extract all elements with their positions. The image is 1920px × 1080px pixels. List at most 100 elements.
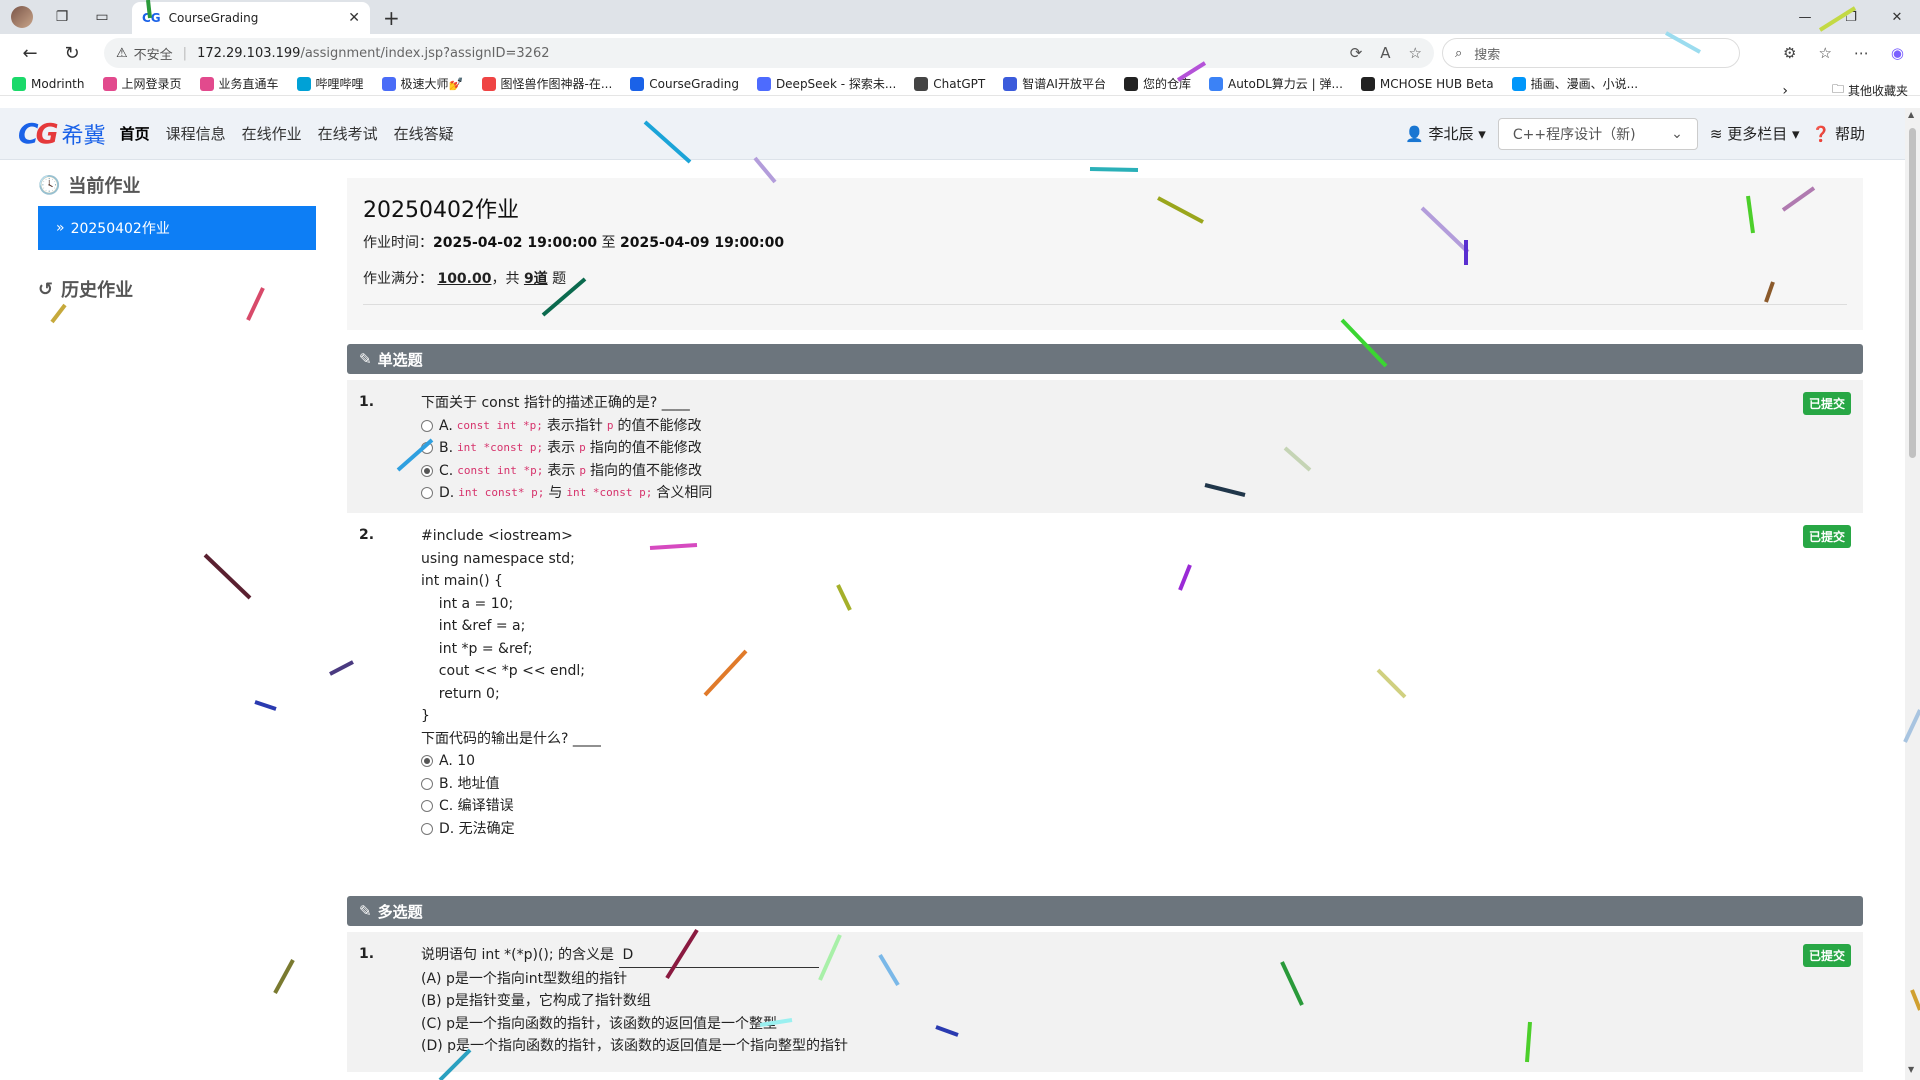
bookmark-item[interactable]: 业务直通车 (199, 75, 279, 92)
option-row[interactable]: D. 无法确定 (421, 818, 1851, 841)
copilot-icon[interactable]: ◉ (1891, 44, 1904, 62)
option-row[interactable]: A. 10 (421, 750, 1851, 773)
search-placeholder: 搜索 (1474, 47, 1501, 63)
bookmark-favicon-icon (381, 76, 396, 91)
scroll-down-icon[interactable]: ▼ (1908, 1065, 1914, 1074)
answer-input[interactable]: D (618, 944, 819, 968)
minimize-icon[interactable]: — (1782, 0, 1828, 34)
scroll-thumb[interactable] (1909, 128, 1916, 458)
code-line: using namespace std; (421, 550, 575, 567)
bookmark-item[interactable]: DeepSeek - 探索未... (756, 75, 896, 92)
close-window-icon[interactable]: ✕ (1874, 0, 1920, 34)
radio-button[interactable] (421, 419, 433, 432)
bookmark-label: 极速大师💅 (400, 77, 464, 91)
bookmark-item[interactable]: 哔哩哔哩 (296, 75, 364, 92)
option-text: 的值不能修改 (617, 417, 702, 434)
history-homework-heading-label: 历史作业 (61, 280, 134, 301)
radio-button[interactable] (421, 800, 433, 813)
history-icon: ↺ (38, 278, 54, 300)
url-field[interactable]: ⚠ 不安全 | 172.29.103.199 /assignment/index… (104, 38, 1434, 68)
stem-text: 说明语句 int *(*p)(); 的含义是 (421, 947, 615, 963)
more-menu-icon[interactable]: ⋯ (1854, 44, 1869, 62)
course-select[interactable]: C++程序设计（新) ⌄ (1497, 117, 1698, 150)
question-stem: 下面代码的输出是什么? ____ (421, 728, 1851, 751)
radio-button[interactable] (421, 755, 433, 768)
extensions-icon[interactable]: ⚙ (1783, 44, 1796, 62)
logo-name: 希冀 (61, 123, 106, 149)
radio-button[interactable] (421, 442, 433, 455)
url-separator: | (182, 45, 188, 61)
user-menu[interactable]: 👤 李北辰 ▾ (1405, 123, 1486, 144)
profile-avatar[interactable] (11, 6, 33, 28)
option-row[interactable]: C. 编译错误 (421, 795, 1851, 818)
new-tab-icon[interactable]: + (383, 6, 400, 30)
bookmark-item[interactable]: 插画、漫画、小说... (1511, 75, 1638, 92)
back-icon[interactable]: ← (14, 43, 46, 64)
option-row[interactable]: C. const int *p; 表示 p 指向的值不能修改 (421, 460, 1851, 483)
nav-home[interactable]: 首页 (120, 123, 150, 144)
sidebar-item-current-homework[interactable]: » 20250402作业 (38, 206, 316, 250)
url-host: 172.29.103.199 (197, 45, 301, 61)
choice-lines: (A) p是一个指向int型数组的指针 (B) p是指针变量，它构成了指针数组 (C… (421, 968, 1851, 1058)
count-suffix: 题 (552, 271, 567, 287)
single-question-2: 2. #include <iostream> using namespace st… (347, 513, 1863, 896)
option-row[interactable]: D. int const* p; 与 int *const p; 含义相同 (421, 482, 1851, 505)
favorite-star-icon[interactable]: ☆ (1409, 44, 1422, 62)
bookmark-item[interactable]: ChatGPT (914, 76, 985, 91)
radio-button[interactable] (421, 487, 433, 500)
question-number: 2. (359, 527, 375, 543)
bookmark-item[interactable]: 极速大师💅 (381, 75, 464, 92)
options-list: A. const int *p; 表示指针 p 的值不能修改 B. int *const p… (421, 415, 1851, 505)
option-prefix: B. (439, 440, 454, 456)
browser-tab[interactable]: CG CourseGrading ✕ (132, 2, 370, 34)
site-logo[interactable]: CG 希冀 (18, 117, 106, 150)
search-box[interactable]: ⌕ 搜索 (1442, 38, 1740, 68)
single-choice-header: ✎ 单选题 (347, 344, 1863, 374)
more-columns-menu[interactable]: ≋ 更多栏目 ▾ (1710, 123, 1800, 144)
tab-actions-icon[interactable]: ▭ (91, 6, 113, 28)
bookmark-favicon-icon (481, 76, 496, 91)
bookmark-item[interactable]: MCHOSE HUB Beta (1360, 76, 1494, 91)
bookmark-item[interactable]: 图怪兽作图神器-在... (481, 75, 612, 92)
option-row[interactable]: B. int *const p; 表示 p 指向的值不能修改 (421, 437, 1851, 460)
page-scrollbar[interactable]: ▲ ▼ (1905, 108, 1920, 1080)
other-favorites-label: 其他收藏夹 (1847, 84, 1908, 98)
sidebar-item-label: 20250402作业 (70, 221, 170, 237)
option-prefix: D. (439, 485, 455, 501)
app-available-icon[interactable]: ⟳ (1350, 44, 1363, 62)
scroll-up-icon[interactable]: ▲ (1908, 110, 1914, 119)
nav-online-homework[interactable]: 在线作业 (242, 123, 302, 144)
nav-online-exam[interactable]: 在线考试 (318, 123, 378, 144)
close-tab-icon[interactable]: ✕ (348, 10, 360, 26)
nav-course-info[interactable]: 课程信息 (166, 123, 226, 144)
homework-title: 20250402作业 (363, 198, 519, 223)
radio-button[interactable] (421, 822, 433, 835)
radio-button[interactable] (421, 777, 433, 790)
bookmark-label: 业务直通车 (218, 77, 279, 91)
option-code: const int *p; (456, 418, 543, 432)
time-to: 至 (601, 235, 616, 251)
chevron-right-icon[interactable]: › (1782, 83, 1788, 99)
option-row[interactable]: B. 地址值 (421, 773, 1851, 796)
other-favorites[interactable]: › 🗀 其他收藏夹 (1782, 80, 1908, 101)
bookmark-favicon-icon (1208, 76, 1223, 91)
bookmark-item[interactable]: 上网登录页 (102, 75, 182, 92)
history-homework-heading[interactable]: ↺ 历史作业 (38, 276, 316, 302)
help-label: 帮助 (1834, 125, 1865, 143)
bookmark-item[interactable]: CourseGrading (630, 76, 739, 91)
workspaces-icon[interactable]: ❐ (51, 6, 73, 28)
option-text: 与 (548, 485, 563, 501)
favorites-icon[interactable]: ☆ (1818, 44, 1831, 62)
option-row[interactable]: A. const int *p; 表示指针 p 的值不能修改 (421, 415, 1851, 438)
bookmark-item[interactable]: 智谱AI开放平台 (1003, 75, 1106, 92)
restore-icon[interactable]: ❐ (1828, 0, 1874, 34)
nav-online-qa[interactable]: 在线答疑 (394, 123, 454, 144)
option-text: 表示 (547, 462, 576, 479)
help-link[interactable]: ❓ 帮助 (1812, 123, 1865, 144)
bookmark-item[interactable]: AutoDL算力云 | 弹... (1208, 75, 1343, 92)
radio-button[interactable] (421, 464, 433, 477)
bookmark-item[interactable]: Modrinth (12, 76, 85, 91)
bookmark-item[interactable]: 您的仓库 (1123, 75, 1191, 92)
read-aloud-icon[interactable]: A (1380, 44, 1390, 62)
refresh-icon[interactable]: ↻ (56, 43, 88, 64)
